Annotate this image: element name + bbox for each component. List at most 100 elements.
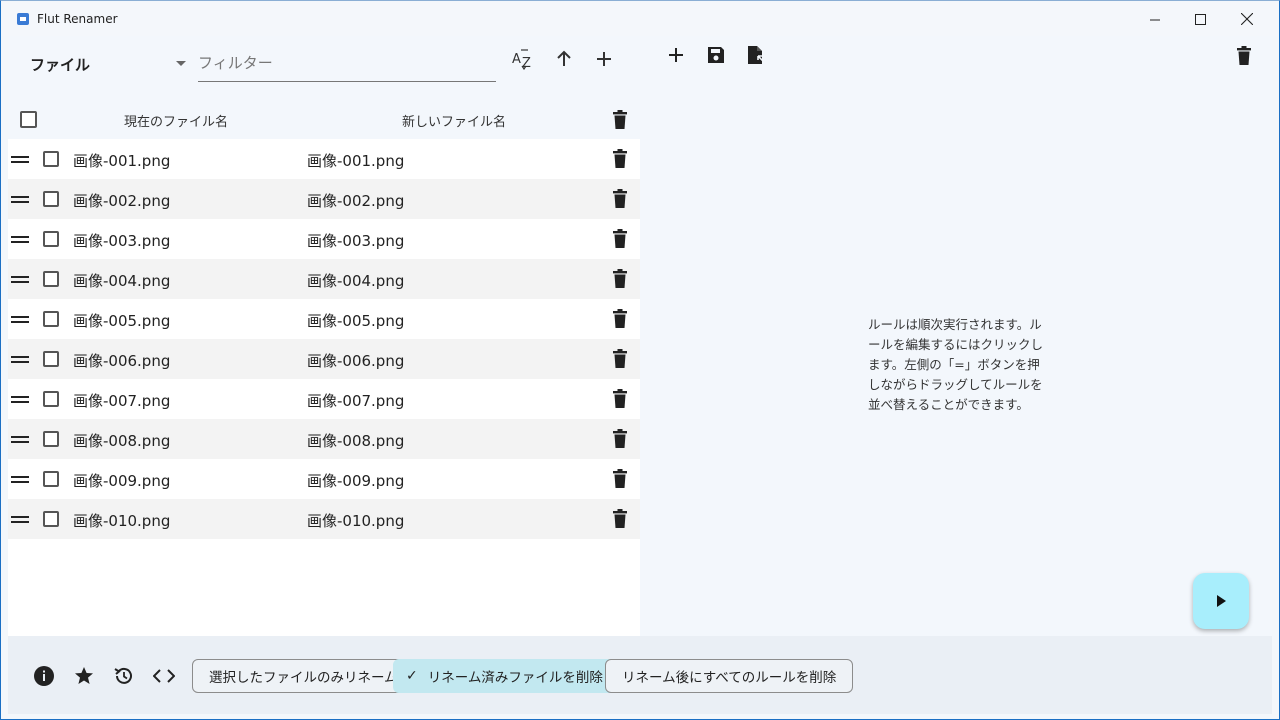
delete-icon[interactable] bbox=[612, 469, 628, 489]
drag-handle-icon[interactable] bbox=[11, 472, 29, 486]
add-rule-button[interactable] bbox=[660, 42, 692, 68]
clear-rules-after-rename-chip[interactable]: リネーム後にすべてのルールを削除 bbox=[605, 659, 854, 693]
current-file-name: 画像-002.png bbox=[73, 192, 171, 210]
delete-icon[interactable] bbox=[612, 429, 628, 449]
delete-icon[interactable] bbox=[612, 309, 628, 329]
row-checkbox[interactable] bbox=[43, 231, 59, 247]
row-checkbox[interactable] bbox=[43, 191, 59, 207]
add-files-button[interactable] bbox=[588, 46, 620, 72]
current-file-name: 画像-009.png bbox=[73, 472, 171, 490]
delete-rules-icon[interactable] bbox=[1236, 46, 1252, 66]
current-name-header: 現在のファイル名 bbox=[124, 115, 229, 130]
window-title: Flut Renamer bbox=[37, 12, 118, 26]
drag-handle-icon[interactable] bbox=[11, 392, 29, 406]
play-icon bbox=[1217, 595, 1226, 607]
remove-renamed-files-chip[interactable]: ✓ リネーム済みファイルを削除 bbox=[393, 659, 620, 693]
minimize-button[interactable] bbox=[1132, 2, 1178, 36]
file-row[interactable]: 画像-003.png 画像-003.png bbox=[8, 219, 640, 259]
new-file-name: 画像-005.png bbox=[307, 312, 405, 330]
new-file-name: 画像-009.png bbox=[307, 472, 405, 490]
app-icon bbox=[17, 13, 29, 25]
row-checkbox[interactable] bbox=[43, 431, 59, 447]
current-file-name: 画像-004.png bbox=[73, 272, 171, 290]
row-checkbox[interactable] bbox=[43, 471, 59, 487]
sort-az-button[interactable]: A Z bbox=[508, 46, 540, 72]
current-file-name: 画像-010.png bbox=[73, 512, 171, 530]
new-file-name: 画像-006.png bbox=[307, 352, 405, 370]
maximize-button[interactable] bbox=[1177, 2, 1223, 36]
sort-az-icon: A Z bbox=[512, 49, 531, 70]
drag-handle-icon[interactable] bbox=[11, 512, 29, 526]
file-panel: ファイル A Z bbox=[8, 36, 640, 636]
title-bar: Flut Renamer bbox=[2, 2, 1278, 36]
file-row[interactable]: 画像-005.png 画像-005.png bbox=[8, 299, 640, 339]
svg-text:A: A bbox=[512, 52, 521, 67]
minimize-icon bbox=[1149, 19, 1160, 20]
current-file-name: 画像-006.png bbox=[73, 352, 171, 370]
file-row[interactable]: 画像-007.png 画像-007.png bbox=[8, 379, 640, 419]
filter-input[interactable] bbox=[198, 48, 496, 78]
select-all-checkbox[interactable] bbox=[20, 111, 37, 128]
load-rules-button[interactable] bbox=[740, 42, 772, 68]
rename-selected-only-chip[interactable]: 選択したファイルのみリネーム bbox=[192, 659, 415, 693]
rules-panel: ルールは順次実行されます。ルールを編集するにはクリックします。左側の「=」ボタン… bbox=[640, 36, 1272, 636]
file-row[interactable]: 画像-009.png 画像-009.png bbox=[8, 459, 640, 499]
delete-icon[interactable] bbox=[612, 229, 628, 249]
new-file-name: 画像-003.png bbox=[307, 232, 405, 250]
delete-icon[interactable] bbox=[612, 149, 628, 169]
current-file-name: 画像-003.png bbox=[73, 232, 171, 250]
file-row[interactable]: 画像-001.png 画像-001.png bbox=[8, 139, 640, 179]
delete-icon[interactable] bbox=[612, 349, 628, 369]
close-icon bbox=[1241, 13, 1253, 25]
add-icon bbox=[669, 48, 683, 62]
file-row[interactable]: 画像-010.png 画像-010.png bbox=[8, 499, 640, 539]
chip-label: リネーム後にすべてのルールを削除 bbox=[622, 670, 837, 686]
code-button[interactable] bbox=[152, 664, 176, 688]
delete-icon[interactable] bbox=[612, 189, 628, 209]
row-checkbox[interactable] bbox=[43, 351, 59, 367]
drag-handle-icon[interactable] bbox=[11, 352, 29, 366]
current-file-name: 画像-007.png bbox=[73, 392, 171, 410]
sort-order-button[interactable] bbox=[548, 46, 580, 72]
delete-all-icon[interactable] bbox=[612, 110, 628, 130]
new-name-header: 新しいファイル名 bbox=[402, 115, 507, 130]
star-icon bbox=[75, 667, 93, 684]
history-button[interactable] bbox=[112, 664, 136, 688]
current-file-name: 画像-008.png bbox=[73, 432, 171, 450]
file-row[interactable]: 画像-004.png 画像-004.png bbox=[8, 259, 640, 299]
drag-handle-icon[interactable] bbox=[11, 232, 29, 246]
add-icon bbox=[597, 52, 611, 66]
info-button[interactable] bbox=[32, 664, 56, 688]
file-row[interactable]: 画像-008.png 画像-008.png bbox=[8, 419, 640, 459]
drag-handle-icon[interactable] bbox=[11, 152, 29, 166]
file-list-header: 現在のファイル名 新しいファイル名 bbox=[8, 101, 640, 139]
delete-icon[interactable] bbox=[612, 269, 628, 289]
file-row[interactable]: 画像-002.png 画像-002.png bbox=[8, 179, 640, 219]
row-checkbox[interactable] bbox=[43, 271, 59, 287]
row-checkbox[interactable] bbox=[43, 391, 59, 407]
filter-field[interactable] bbox=[198, 48, 496, 82]
drag-handle-icon[interactable] bbox=[11, 272, 29, 286]
load-rules-icon bbox=[748, 46, 765, 64]
row-checkbox[interactable] bbox=[43, 511, 59, 527]
close-button[interactable] bbox=[1224, 2, 1270, 36]
run-rename-button[interactable] bbox=[1193, 573, 1249, 629]
file-row[interactable]: 画像-006.png 画像-006.png bbox=[8, 339, 640, 379]
bottom-bar: 選択したファイルのみリネーム ✓ リネーム済みファイルを削除 リネーム後にすべて… bbox=[8, 636, 1272, 714]
delete-icon[interactable] bbox=[612, 389, 628, 409]
drag-handle-icon[interactable] bbox=[11, 312, 29, 326]
type-dropdown[interactable]: ファイル bbox=[30, 50, 190, 78]
delete-icon[interactable] bbox=[612, 509, 628, 529]
save-rules-button[interactable] bbox=[700, 42, 732, 68]
type-dropdown-label: ファイル bbox=[30, 55, 91, 74]
favorite-button[interactable] bbox=[72, 664, 96, 688]
drag-handle-icon[interactable] bbox=[11, 432, 29, 446]
row-checkbox[interactable] bbox=[43, 311, 59, 327]
file-list: 画像-001.png 画像-001.png 画像-002.png 画像-002.… bbox=[8, 139, 640, 539]
drag-handle-icon[interactable] bbox=[11, 192, 29, 206]
row-checkbox[interactable] bbox=[43, 151, 59, 167]
app-window: Flut Renamer ファイル A bbox=[0, 0, 1280, 720]
maximize-icon bbox=[1194, 13, 1206, 25]
app-content: ファイル A Z bbox=[8, 36, 1272, 714]
file-toolbar: ファイル A Z bbox=[8, 36, 640, 101]
